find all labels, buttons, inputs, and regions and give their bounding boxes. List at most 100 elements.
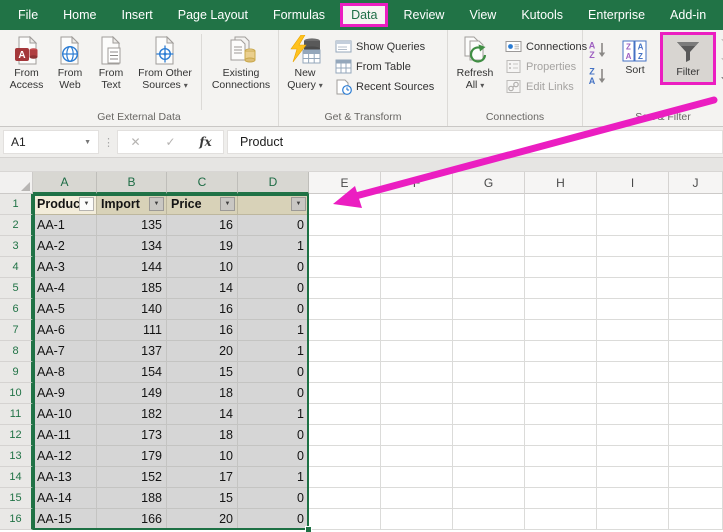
tab-review[interactable]: Review	[393, 3, 454, 27]
table-header-cell-b1[interactable]: Import ▼	[97, 194, 167, 215]
cell-a6[interactable]: AA-5	[33, 299, 97, 320]
cell-a2[interactable]: AA-1	[33, 215, 97, 236]
cell-c4[interactable]: 10	[167, 257, 238, 278]
cell-d14[interactable]: 1	[238, 467, 309, 488]
new-query-button[interactable]: New Query ▾	[282, 32, 328, 93]
cell-f1[interactable]	[381, 194, 453, 215]
cell-g3[interactable]	[453, 236, 525, 257]
cell-g1[interactable]	[453, 194, 525, 215]
cell-c7[interactable]: 16	[167, 320, 238, 341]
column-header-h[interactable]: H	[525, 172, 597, 194]
cell-j9[interactable]	[669, 362, 723, 383]
cell-h7[interactable]	[525, 320, 597, 341]
cell-c14[interactable]: 17	[167, 467, 238, 488]
column-header-g[interactable]: G	[453, 172, 525, 194]
row-header-10[interactable]: 10	[0, 383, 33, 404]
cell-d4[interactable]: 0	[238, 257, 309, 278]
cell-j11[interactable]	[669, 404, 723, 425]
row-header-9[interactable]: 9	[0, 362, 33, 383]
tab-formulas[interactable]: Formulas	[263, 3, 335, 27]
sort-button[interactable]: ZAAZ Sort	[614, 32, 656, 77]
cell-a12[interactable]: AA-11	[33, 425, 97, 446]
existing-connections-button[interactable]: Existing Connections	[205, 32, 277, 92]
cell-d3[interactable]: 1	[238, 236, 309, 257]
connections-button[interactable]: Connections	[504, 37, 587, 56]
cell-j2[interactable]	[669, 215, 723, 236]
cell-e16[interactable]	[309, 509, 381, 530]
cell-j13[interactable]	[669, 446, 723, 467]
cell-g16[interactable]	[453, 509, 525, 530]
cell-i1[interactable]	[597, 194, 669, 215]
cell-a7[interactable]: AA-6	[33, 320, 97, 341]
column-header-e[interactable]: E	[309, 172, 381, 194]
cell-d15[interactable]: 0	[238, 488, 309, 509]
cell-c6[interactable]: 16	[167, 299, 238, 320]
cell-h15[interactable]	[525, 488, 597, 509]
cell-i4[interactable]	[597, 257, 669, 278]
cell-d13[interactable]: 0	[238, 446, 309, 467]
filter-button[interactable]: Filter	[660, 32, 716, 85]
cell-a10[interactable]: AA-9	[33, 383, 97, 404]
cell-g10[interactable]	[453, 383, 525, 404]
cell-j6[interactable]	[669, 299, 723, 320]
cell-a5[interactable]: AA-4	[33, 278, 97, 299]
cell-i11[interactable]	[597, 404, 669, 425]
cell-i12[interactable]	[597, 425, 669, 446]
cell-e7[interactable]	[309, 320, 381, 341]
cell-i15[interactable]	[597, 488, 669, 509]
cell-j14[interactable]	[669, 467, 723, 488]
cell-c11[interactable]: 14	[167, 404, 238, 425]
cell-c9[interactable]: 15	[167, 362, 238, 383]
row-header-7[interactable]: 7	[0, 320, 33, 341]
cell-i3[interactable]	[597, 236, 669, 257]
cell-b15[interactable]: 188	[97, 488, 167, 509]
cell-h16[interactable]	[525, 509, 597, 530]
cell-h14[interactable]	[525, 467, 597, 488]
cell-e3[interactable]	[309, 236, 381, 257]
cell-g2[interactable]	[453, 215, 525, 236]
cell-c8[interactable]: 20	[167, 341, 238, 362]
cell-b9[interactable]: 154	[97, 362, 167, 383]
tab-view[interactable]: View	[459, 3, 506, 27]
from-access-button[interactable]: A From Access	[3, 32, 50, 92]
cell-j10[interactable]	[669, 383, 723, 404]
cell-a4[interactable]: AA-3	[33, 257, 97, 278]
column-header-d[interactable]: D	[238, 172, 309, 194]
table-header-cell-d1[interactable]: ▼	[238, 194, 309, 215]
cell-g4[interactable]	[453, 257, 525, 278]
column-header-f[interactable]: F	[381, 172, 453, 194]
cell-e13[interactable]	[309, 446, 381, 467]
table-header-cell-a1[interactable]: Product ▼	[33, 194, 97, 215]
cell-e11[interactable]	[309, 404, 381, 425]
cell-j5[interactable]	[669, 278, 723, 299]
cell-h5[interactable]	[525, 278, 597, 299]
cell-h4[interactable]	[525, 257, 597, 278]
recent-sources-button[interactable]: Recent Sources	[334, 77, 434, 96]
filter-dropdown-product[interactable]: ▼	[79, 197, 94, 211]
name-box[interactable]: A1 ▼	[3, 130, 99, 154]
from-other-sources-button[interactable]: From Other Sources ▾	[132, 32, 198, 93]
cell-i16[interactable]	[597, 509, 669, 530]
row-header-4[interactable]: 4	[0, 257, 33, 278]
cell-f8[interactable]	[381, 341, 453, 362]
cell-d12[interactable]: 0	[238, 425, 309, 446]
show-queries-button[interactable]: Show Queries	[334, 37, 434, 56]
cell-i2[interactable]	[597, 215, 669, 236]
cell-b16[interactable]: 166	[97, 509, 167, 530]
cell-h13[interactable]	[525, 446, 597, 467]
cell-a8[interactable]: AA-7	[33, 341, 97, 362]
fill-handle[interactable]	[305, 526, 312, 532]
row-header-3[interactable]: 3	[0, 236, 33, 257]
tab-page-layout[interactable]: Page Layout	[168, 3, 258, 27]
cell-f7[interactable]	[381, 320, 453, 341]
cell-c2[interactable]: 16	[167, 215, 238, 236]
cell-c15[interactable]: 15	[167, 488, 238, 509]
from-table-button[interactable]: From Table	[334, 57, 434, 76]
cell-d10[interactable]: 0	[238, 383, 309, 404]
cell-e8[interactable]	[309, 341, 381, 362]
column-header-i[interactable]: I	[597, 172, 669, 194]
cell-e9[interactable]	[309, 362, 381, 383]
cell-a15[interactable]: AA-14	[33, 488, 97, 509]
cell-c13[interactable]: 10	[167, 446, 238, 467]
from-text-button[interactable]: From Text	[90, 32, 132, 92]
